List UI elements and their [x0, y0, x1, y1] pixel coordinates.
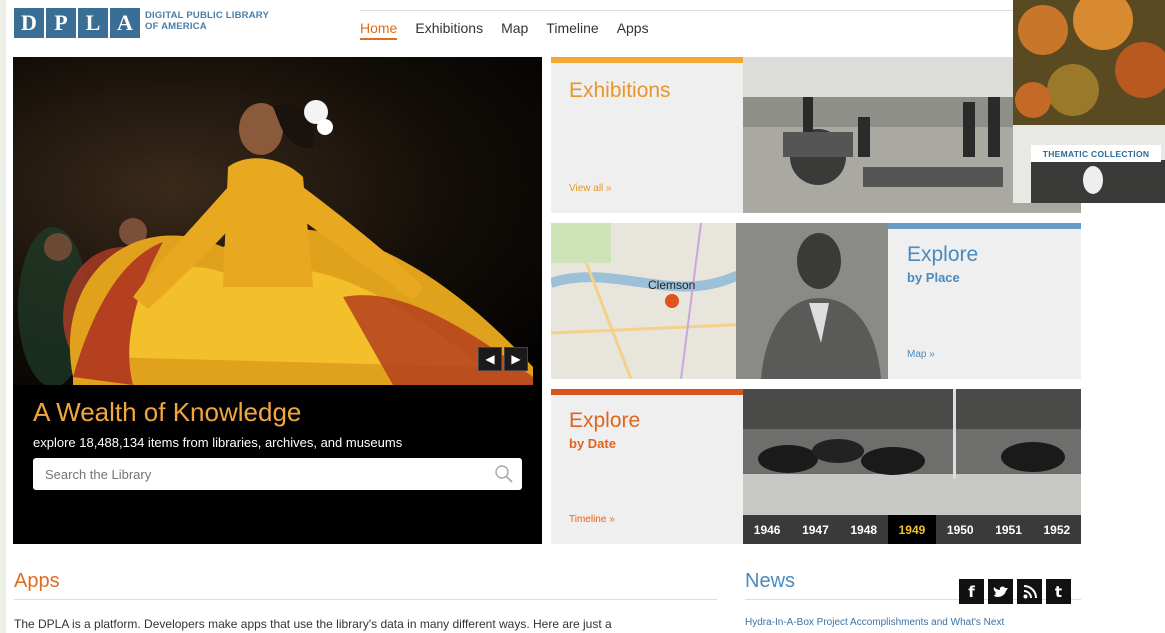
explore-place-panel[interactable]: Clemson Explore by Place Map » — [551, 223, 1081, 379]
nav-timeline[interactable]: Timeline — [546, 20, 598, 40]
explore-date-title[interactable]: Explore — [569, 409, 640, 433]
left-edge — [0, 0, 6, 633]
dancer-illustration — [18, 100, 533, 385]
rss-icon[interactable] — [1017, 579, 1042, 604]
map-city-label: Clemson — [648, 278, 695, 292]
hero-photo-dancer[interactable]: ◀ ▶ — [13, 57, 542, 385]
rss-symbol-icon — [1023, 584, 1037, 598]
page: D P L A DIGITAL PUBLIC LIBRARY OF AMERIC… — [0, 0, 1165, 633]
logo-text: DIGITAL PUBLIC LIBRARY OF AMERICA — [145, 10, 285, 32]
explore-place-subtitle: by Place — [907, 270, 960, 285]
nav-apps[interactable]: Apps — [617, 20, 649, 40]
apps-heading: Apps — [14, 570, 60, 592]
twitter-icon[interactable] — [988, 579, 1013, 604]
logo-letter: A — [110, 8, 140, 38]
search-input[interactable] — [43, 458, 467, 490]
tumblr-icon[interactable]: t — [1046, 579, 1071, 604]
logo-letter: D — [14, 8, 44, 38]
date-accent-bar — [551, 389, 743, 395]
year-1948[interactable]: 1948 — [840, 515, 888, 544]
search-box — [33, 458, 522, 490]
map-illustration: Clemson — [551, 223, 888, 379]
logo-letter: P — [46, 8, 76, 38]
year-1946[interactable]: 1946 — [743, 515, 791, 544]
next-arrow-icon[interactable]: ▶ — [504, 347, 528, 371]
nav-exhibitions[interactable]: Exhibitions — [415, 20, 483, 40]
hero-subtitle: explore 18,488,134 items from libraries,… — [33, 435, 403, 450]
apps-description: The DPLA is a platform. Developers make … — [14, 617, 612, 631]
horse-race-illustration — [743, 389, 1081, 515]
thematic-collection-card[interactable] — [1013, 0, 1165, 203]
timeline-link[interactable]: Timeline » — [569, 514, 615, 525]
year-selector: 1946 1947 1948 1949 1950 1951 1952 — [743, 515, 1081, 544]
exhibitions-accent-bar — [551, 57, 743, 63]
explore-date-panel[interactable]: Explore by Date Timeline » 1946 1947 194… — [551, 389, 1081, 544]
year-1949-selected[interactable]: 1949 — [887, 515, 937, 544]
explore-place-title[interactable]: Explore — [907, 243, 978, 267]
logo-text-line: OF AMERICA — [145, 21, 207, 32]
facebook-icon[interactable]: f — [959, 579, 984, 604]
hero-carousel-arrows: ◀ ▶ — [478, 347, 528, 371]
exhibitions-title[interactable]: Exhibitions — [569, 79, 671, 103]
timeline-photo-horse-race[interactable] — [743, 389, 1081, 515]
year-1951[interactable]: 1951 — [984, 515, 1032, 544]
year-1952[interactable]: 1952 — [1033, 515, 1081, 544]
place-accent-bar — [888, 223, 1081, 229]
apps-divider — [14, 599, 717, 600]
header-rule — [360, 10, 1015, 11]
social-links: f t — [959, 579, 1071, 604]
autumn-trees-illustration — [1013, 0, 1165, 203]
year-1950[interactable]: 1950 — [936, 515, 984, 544]
logo-text-line: DIGITAL PUBLIC LIBRARY — [145, 10, 270, 21]
search-icon[interactable] — [494, 464, 514, 484]
nav-map[interactable]: Map — [501, 20, 528, 40]
twitter-bird-icon — [993, 586, 1008, 597]
map-thumbnail[interactable]: Clemson — [551, 223, 888, 379]
dpla-logo[interactable]: D P L A — [14, 8, 142, 38]
prev-arrow-icon[interactable]: ◀ — [478, 347, 502, 371]
nav-home[interactable]: Home — [360, 20, 398, 40]
hero: ◀ ▶ A Wealth of Knowledge explore 18,488… — [13, 57, 542, 544]
hero-title: A Wealth of Knowledge — [33, 397, 302, 427]
main-nav: Home Exhibitions Map Timeline Apps — [360, 20, 649, 40]
thematic-collection-label[interactable]: THEMATIC COLLECTION — [1031, 145, 1161, 162]
news-item-link[interactable]: Hydra-In-A-Box Project Accomplishments a… — [745, 617, 1004, 628]
exhibitions-panel[interactable]: Exhibitions View all » — [551, 57, 1081, 213]
explore-date-subtitle: by Date — [569, 436, 616, 451]
view-all-link[interactable]: View all » — [569, 183, 612, 194]
news-heading: News — [745, 570, 796, 592]
logo-letter: L — [78, 8, 108, 38]
year-1947[interactable]: 1947 — [791, 515, 839, 544]
map-link[interactable]: Map » — [907, 349, 935, 360]
